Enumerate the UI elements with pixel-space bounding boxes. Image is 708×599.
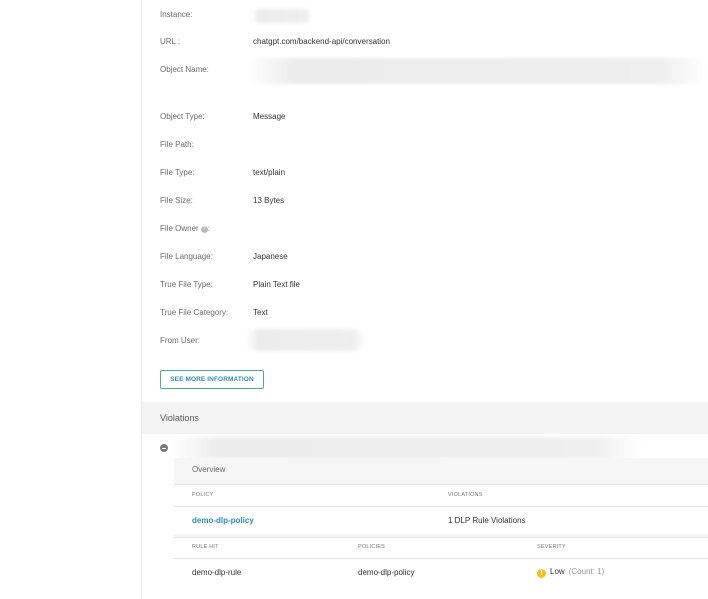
object-name-row: Object Name:	[142, 58, 708, 84]
instance-label: Instance:	[160, 10, 193, 19]
instance-row: Instance:	[142, 5, 708, 25]
object-type-label: Object Type:	[160, 112, 205, 121]
violations-section-header: Violations	[142, 402, 708, 434]
violations-column-header: VIOLATIONS	[448, 492, 483, 498]
from-user-label: From User:	[160, 336, 200, 345]
url-row: URL : chatgpt.com/backend-api/conversati…	[142, 32, 708, 52]
rule-table-top-divider	[174, 537, 708, 538]
file-type-value: text/plain	[253, 168, 286, 177]
object-type-value: Message	[253, 112, 286, 121]
policy-column-header: POLICY	[192, 492, 214, 498]
left-gutter	[0, 0, 141, 599]
file-path-row: File Path:	[142, 135, 708, 155]
help-circle-icon[interactable]: ?	[200, 226, 208, 233]
rule-table	[174, 537, 708, 599]
minus-circle-icon[interactable]	[160, 444, 168, 452]
rule-header-divider	[174, 558, 708, 559]
object-type-row: Object Type: Message	[142, 107, 708, 127]
see-more-information-button[interactable]: SEE MORE INFORMATION	[160, 370, 264, 389]
severity-label: Low	[550, 567, 565, 576]
object-name-value-redacted	[248, 58, 708, 84]
true-file-type-label: True File Type:	[160, 280, 213, 289]
true-file-category-value: Text	[253, 308, 268, 317]
policy-table-top-divider	[174, 484, 708, 485]
url-value: chatgpt.com/backend-api/conversation	[253, 37, 390, 46]
file-owner-label-group: File Owner?:	[160, 219, 210, 239]
file-size-value: 13 Bytes	[253, 196, 285, 205]
url-label: URL :	[160, 37, 181, 46]
rule-policies-value: demo-dlp-policy	[358, 568, 415, 577]
overview-label: Overview	[192, 465, 226, 474]
from-user-row: From User:	[142, 329, 708, 351]
instance-value-redacted	[252, 9, 312, 23]
violations-title: Violations	[160, 413, 199, 423]
true-file-type-row: True File Type: Plain Text file	[142, 275, 708, 295]
policy-table	[174, 484, 708, 534]
object-name-label: Object Name:	[160, 65, 209, 74]
file-type-row: File Type: text/plain	[142, 163, 708, 183]
violation-item-title-redacted	[172, 437, 642, 459]
policy-link[interactable]: demo-dlp-policy	[192, 516, 254, 525]
file-owner-label: File Owner	[160, 224, 199, 233]
rule-hit-value: demo-dlp-rule	[192, 568, 242, 577]
from-user-value-redacted	[246, 329, 366, 351]
file-language-value: Japanese	[253, 252, 288, 261]
true-file-category-row: True File Category: Text	[142, 303, 708, 323]
warning-circle-icon: !	[537, 569, 546, 578]
rule-hit-column-header: RULE HIT	[192, 544, 219, 550]
file-owner-row: File Owner?:	[142, 219, 708, 239]
file-size-label: File Size:	[160, 196, 193, 205]
true-file-type-value: Plain Text file	[253, 280, 300, 289]
file-language-row: File Language: Japanese	[142, 247, 708, 267]
file-type-label: File Type:	[160, 168, 195, 177]
file-language-label: File Language:	[160, 252, 213, 261]
policy-header-divider	[174, 506, 708, 507]
file-path-label: File Path:	[160, 140, 194, 149]
severity-count: (Count: 1)	[568, 567, 605, 576]
file-size-row: File Size: 13 Bytes	[142, 191, 708, 211]
severity-value: ! Low (Count: 1)	[537, 567, 604, 578]
file-owner-colon: :	[207, 224, 210, 233]
severity-column-header: SEVERITY	[537, 544, 566, 550]
violations-count: 1 DLP Rule Violations	[448, 516, 526, 525]
true-file-category-label: True File Category:	[160, 308, 229, 317]
policies-column-header: POLICIES	[358, 544, 385, 550]
